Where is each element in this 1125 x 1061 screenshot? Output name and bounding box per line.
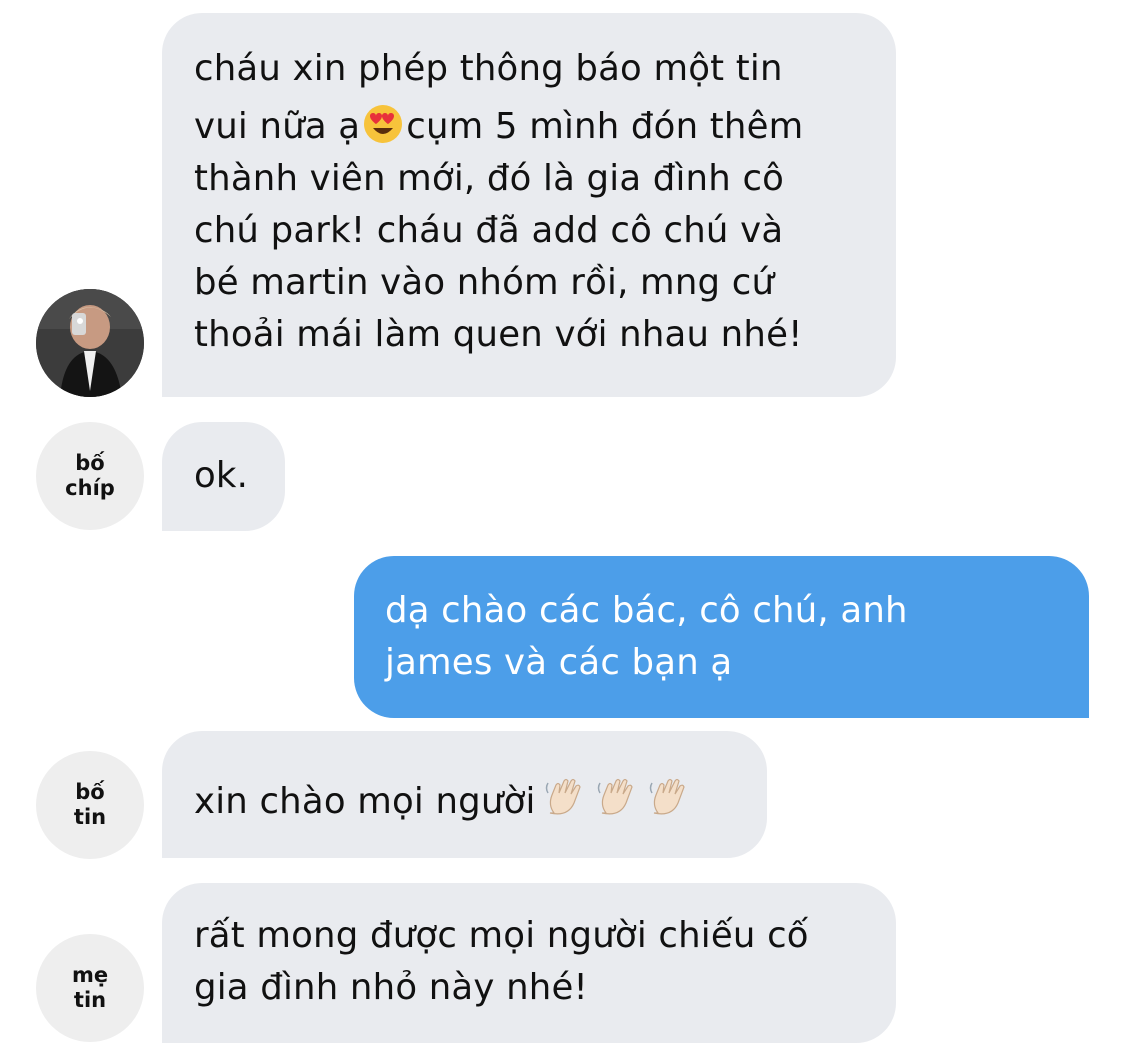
message-bubble[interactable]: cháu xin phép thông báo một tin vui nữa … — [162, 13, 896, 397]
sender-label: chíp — [65, 476, 115, 500]
waving-hand-icon — [597, 778, 633, 815]
sender-label: mẹ — [71, 963, 109, 987]
message-text: chú park! cháu đã add cô chú và — [194, 210, 784, 251]
message-text: thành viên mới, đó là gia đình cô — [194, 158, 785, 199]
avatar[interactable]: bố tin — [36, 751, 144, 859]
message-text: thoải mái làm quen với nhau nhé! — [194, 314, 803, 355]
message-text: xin chào mọi người — [194, 781, 536, 822]
sender-label: bố — [75, 451, 105, 475]
message-text: cụm 5 mình đón thêm — [406, 106, 804, 147]
message-bubble[interactable]: xin chào mọi người — [162, 731, 767, 858]
message-text: rất mong được mọi người chiếu cố — [194, 915, 809, 956]
message-bubble[interactable]: ok. — [162, 422, 285, 531]
waving-hand-icon — [649, 778, 685, 815]
message-text: vui nữa ạ — [194, 106, 361, 147]
message-text: bé martin vào nhóm rồi, mng cứ — [194, 262, 775, 303]
sender-label: tin — [73, 988, 107, 1012]
heart-eyes-emoji-icon — [364, 105, 403, 143]
avatar[interactable] — [36, 289, 144, 397]
waving-hand-icon — [545, 778, 581, 815]
avatar[interactable]: bố chíp — [36, 422, 144, 530]
message-text: gia đình nhỏ này nhé! — [194, 967, 588, 1008]
message-bubble[interactable]: rất mong được mọi người chiếu cố gia đìn… — [162, 883, 896, 1043]
message-bubble[interactable]: dạ chào các bác, cô chú, anh james và cá… — [354, 556, 1089, 718]
sender-label: bố — [75, 780, 105, 804]
message-text: dạ chào các bác, cô chú, anh — [385, 590, 908, 631]
profile-photo-icon — [36, 289, 144, 397]
message-text: cháu xin phép thông báo một tin — [194, 48, 783, 89]
sender-label: tin — [73, 805, 107, 829]
message-text: ok. — [194, 455, 249, 496]
message-text: james và các bạn ạ — [385, 642, 733, 683]
avatar[interactable]: mẹ tin — [36, 934, 144, 1042]
